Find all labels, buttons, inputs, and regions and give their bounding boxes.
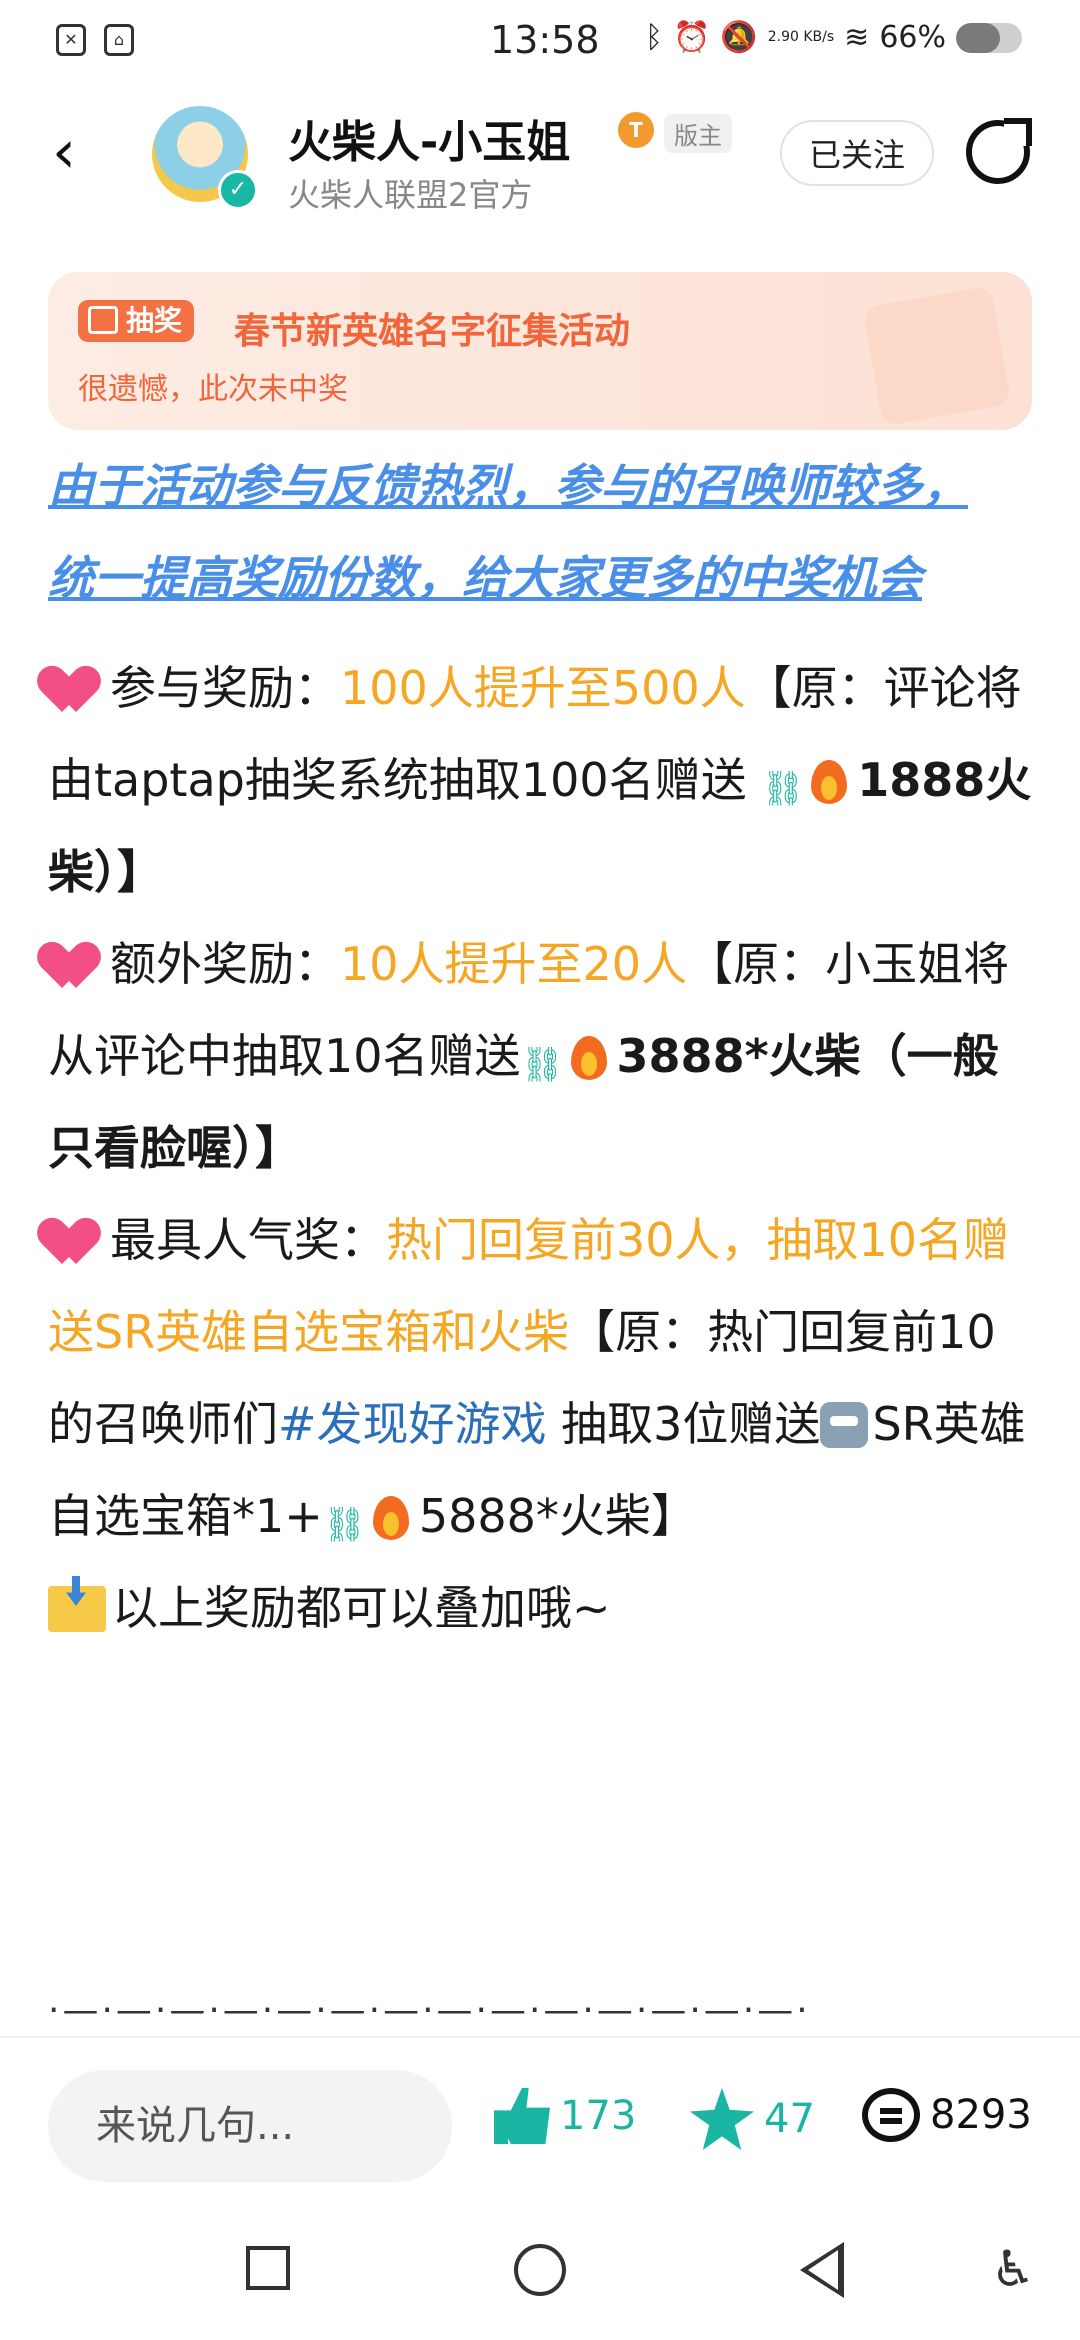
p4-text: 以上奖励都可以叠加哦~ <box>112 1581 611 1635</box>
p1-label: 参与奖励： <box>110 661 340 715</box>
paragraph-stack: 以上奖励都可以叠加哦~ <box>48 1562 1038 1654</box>
paragraph-participation: 参与奖励：100人提升至500人【原：评论将由taptap抽奖系统抽取100名赠… <box>48 642 1038 918</box>
inbox-icon <box>48 1586 106 1632</box>
paragraph-extra: 额外奖励：10人提升至20人【原：小玉姐将从评论中抽取10名赠送⛓ 3888*火柴… <box>48 918 1038 1194</box>
alarm-icon: ⏰ <box>673 20 711 55</box>
p3-label: 最具人气奖： <box>110 1213 386 1267</box>
bottom-action-bar: 来说几句... 173 47 8293 <box>0 2036 1080 2192</box>
fire-icon <box>369 1492 413 1540</box>
recents-icon[interactable] <box>246 2246 290 2290</box>
moderator-badge: 版主 <box>664 114 732 153</box>
battery-percent: 66% <box>879 20 946 55</box>
like-count: 173 <box>560 2093 637 2139</box>
highlight-link-2[interactable]: 统一提高奖励份数，给大家更多的中奖机会 <box>48 532 1038 624</box>
status-left-icons: ✕ ⌂ <box>56 24 134 56</box>
p2-highlight: 10人提升至20人 <box>340 937 688 991</box>
divider-line: ·—·—·—·—·—·—·—·—·—·—·—·—·—·—· <box>48 1990 811 2031</box>
accessibility-icon[interactable]: ♿ <box>988 2240 1038 2298</box>
home-icon[interactable] <box>514 2244 566 2296</box>
gamepad-icon: ⌂ <box>104 24 134 56</box>
p2-amount: 3888*火柴 <box>616 1029 861 1083</box>
lottery-card[interactable]: 抽奖 春节新英雄名字征集活动 很遗憾，此次未中奖 <box>48 272 1032 430</box>
lottery-title: 春节新英雄名字征集活动 <box>234 311 631 352</box>
gift-icon <box>88 306 118 334</box>
status-right-icons: ᛒ ⏰ 🔕 2.90 KB/s ≋ 66% <box>645 20 1022 55</box>
mute-icon: 🔕 <box>720 20 758 55</box>
comment-count: 8293 <box>930 2092 1032 2138</box>
link-icon[interactable]: ⛓ <box>323 1505 366 1545</box>
link-icon[interactable]: ⛓ <box>761 769 804 809</box>
paragraph-popular: 最具人气奖：热门回复前30人，抽取10名赠送SR英雄自选宝箱和火柴【原：热门回复… <box>48 1194 1038 1562</box>
fire-icon <box>807 756 851 804</box>
p1-highlight: 100人提升至500人 <box>340 661 746 715</box>
lottery-result: 很遗憾，此次未中奖 <box>78 372 348 407</box>
heart-icon <box>48 938 106 988</box>
comment-input[interactable]: 来说几句... <box>48 2070 452 2182</box>
heart-icon <box>48 662 106 712</box>
back-icon[interactable]: ‹ <box>52 122 96 182</box>
post-content: 由于活动参与反馈热烈，参与的召唤师较多， 统一提高奖励份数，给大家更多的中奖机会… <box>48 440 1038 1654</box>
share-icon[interactable] <box>966 118 1032 184</box>
back-nav-icon[interactable] <box>800 2242 844 2298</box>
level-tag-icon: T <box>618 112 654 148</box>
battery-icon <box>956 22 1022 53</box>
follow-button[interactable]: 已关注 <box>780 120 934 186</box>
comment-icon <box>862 2088 920 2142</box>
p3-amount: 5888*火柴】 <box>418 1489 697 1543</box>
star-icon <box>690 2088 754 2150</box>
robot-icon <box>820 1402 869 1448</box>
system-nav-bar: ♿ <box>0 2190 1080 2340</box>
thumbs-up-icon <box>494 2088 550 2144</box>
wifi-icon: ≋ <box>844 20 870 55</box>
p3-text-2: 抽取3位赠送 <box>546 1397 821 1451</box>
favorite-button[interactable]: 47 <box>690 2088 815 2150</box>
bluetooth-icon: ᛒ <box>645 20 664 55</box>
net-speed: 2.90 KB/s <box>767 29 835 45</box>
notification-icon: ✕ <box>56 24 86 56</box>
hashtag-link[interactable]: #发现好游戏 <box>278 1397 547 1451</box>
p2-label: 额外奖励： <box>110 937 340 991</box>
status-time: 13:58 <box>490 18 600 62</box>
comment-button[interactable]: 8293 <box>862 2088 1032 2142</box>
favorite-count: 47 <box>764 2096 815 2142</box>
heart-icon <box>48 1214 106 1264</box>
gift-decoration-icon <box>862 285 1012 427</box>
fire-icon <box>567 1032 611 1080</box>
highlight-link-1[interactable]: 由于活动参与反馈热烈，参与的召唤师较多， <box>48 440 1038 532</box>
status-bar: ✕ ⌂ 13:58 ᛒ ⏰ 🔕 2.90 KB/s ≋ 66% <box>0 0 1080 84</box>
link-icon[interactable]: ⛓ <box>521 1045 564 1085</box>
post-header: ‹ ✓ 火柴人-小玉姐 T 版主 火柴人联盟2官方 已关注 <box>0 84 1080 224</box>
author-subtitle: 火柴人联盟2官方 <box>288 176 533 214</box>
verified-icon: ✓ <box>218 170 258 210</box>
like-button[interactable]: 173 <box>494 2088 636 2144</box>
author-name[interactable]: 火柴人-小玉姐 <box>288 106 570 170</box>
